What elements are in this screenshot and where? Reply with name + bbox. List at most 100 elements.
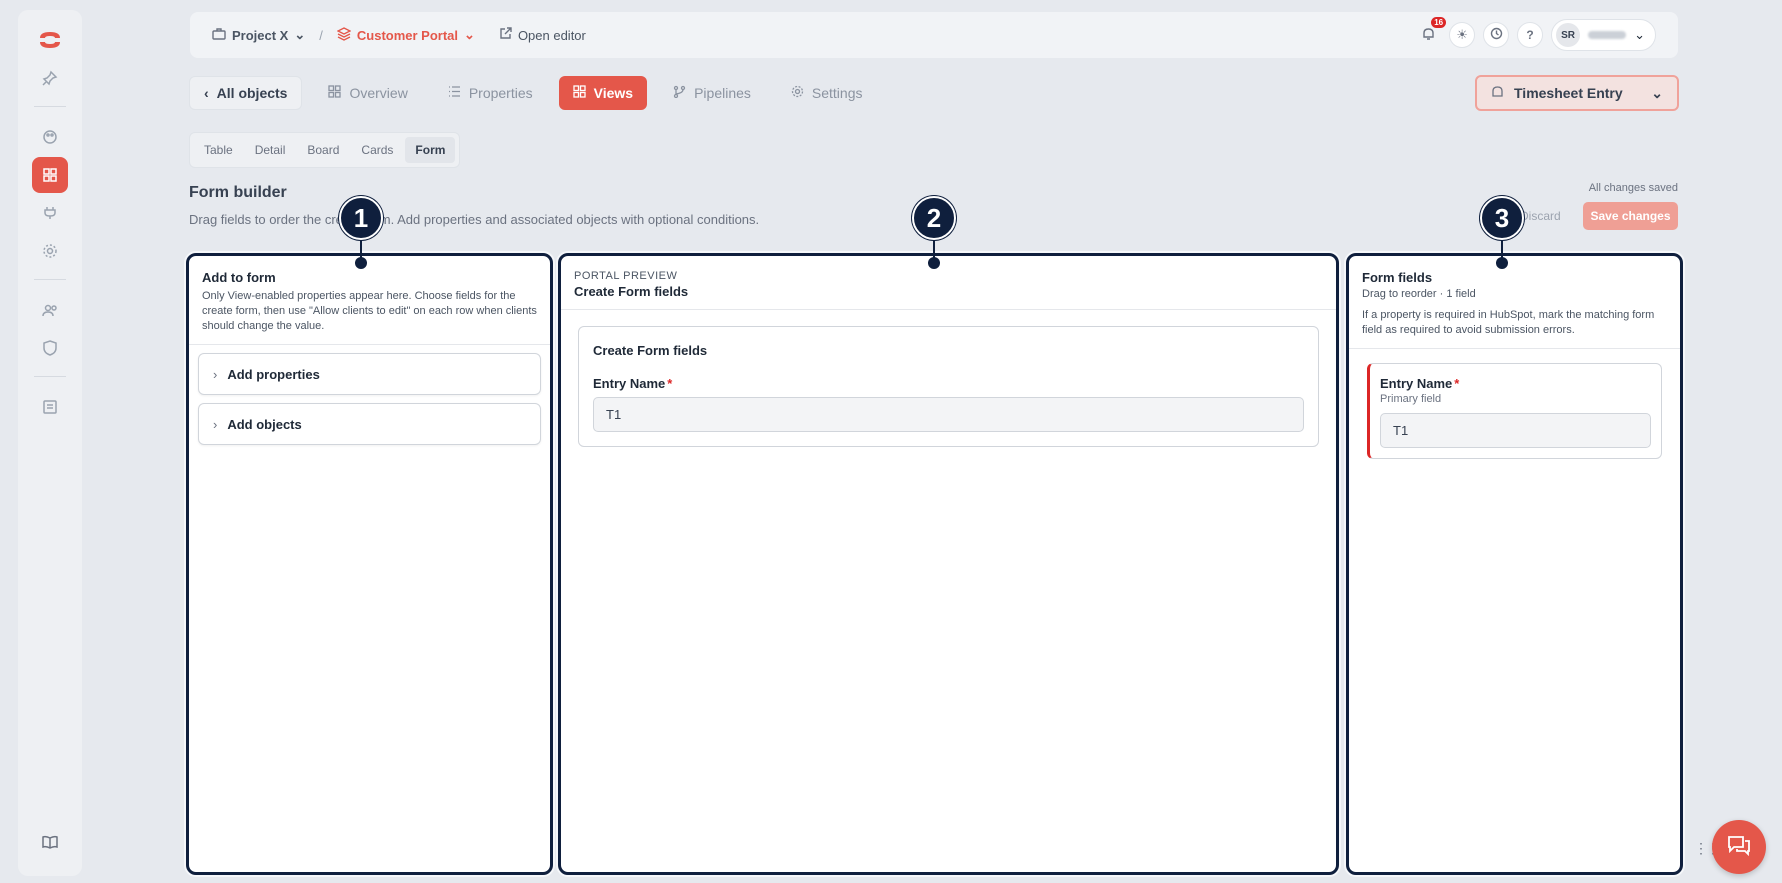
preview-form-title: Create Form fields bbox=[593, 343, 708, 358]
chat-icon bbox=[1726, 833, 1752, 862]
object-selector-label: Timesheet Entry bbox=[1514, 85, 1623, 101]
panel-header: Add to form Only View-enabled properties… bbox=[189, 256, 550, 345]
users-icon[interactable] bbox=[32, 292, 68, 328]
gear-icon[interactable] bbox=[32, 233, 68, 269]
required-marker: * bbox=[1454, 376, 1460, 391]
grid-icon bbox=[328, 85, 342, 101]
chevron-down-icon: ⌄ bbox=[464, 27, 475, 42]
list-icon bbox=[448, 85, 461, 101]
help-button[interactable]: ? bbox=[1517, 22, 1544, 48]
tab-label: Settings bbox=[811, 85, 863, 101]
callout-dot bbox=[1496, 257, 1508, 269]
tab-label: Properties bbox=[468, 85, 533, 101]
tab-label: Views bbox=[593, 85, 634, 101]
object-selector[interactable]: Timesheet Entry ⌄ bbox=[1475, 75, 1679, 111]
callout-marker-2: 2 bbox=[912, 196, 956, 240]
callout-marker-1: 1 bbox=[339, 196, 383, 240]
brand-logo-icon[interactable] bbox=[32, 22, 68, 58]
tab-overview[interactable]: Overview bbox=[314, 76, 421, 110]
all-objects-button[interactable]: ‹ All objects bbox=[189, 76, 303, 110]
portal-switcher[interactable]: Customer Portal ⌄ bbox=[336, 26, 475, 44]
pin-icon[interactable] bbox=[32, 60, 68, 96]
tab-label: Overview bbox=[349, 85, 408, 101]
avatar: SR bbox=[1556, 23, 1581, 47]
tab-pipelines[interactable]: Pipelines bbox=[659, 76, 765, 110]
add-properties-accordion[interactable]: › Add properties bbox=[198, 353, 541, 395]
rail-divider bbox=[34, 279, 66, 280]
portal-name: Customer Portal bbox=[356, 27, 459, 43]
shield-icon[interactable] bbox=[32, 330, 68, 366]
rail-divider bbox=[34, 106, 66, 107]
subtab-form[interactable]: Form bbox=[405, 137, 456, 163]
grid-icon bbox=[572, 85, 586, 101]
chevron-down-icon: ⌄ bbox=[1634, 27, 1645, 42]
receipt-icon[interactable] bbox=[32, 389, 68, 425]
subtab-cards[interactable]: Cards bbox=[351, 137, 403, 163]
page-title: Form builder bbox=[189, 184, 287, 201]
accordion-label: Add properties bbox=[227, 366, 320, 382]
panel-kicker: PORTAL PREVIEW bbox=[574, 270, 678, 282]
entry-name-input[interactable]: T1 bbox=[593, 397, 1304, 432]
add-objects-accordion[interactable]: › Add objects bbox=[198, 403, 541, 445]
bell-icon bbox=[1421, 26, 1436, 44]
open-editor-label: Open editor bbox=[517, 27, 586, 43]
chevron-left-icon: ‹ bbox=[204, 85, 209, 101]
subtab-board[interactable]: Board bbox=[297, 137, 349, 163]
subtab-detail[interactable]: Detail bbox=[245, 137, 296, 163]
accordion-label: Add objects bbox=[227, 416, 302, 432]
subtab-table[interactable]: Table bbox=[194, 137, 243, 163]
rail-divider bbox=[34, 376, 66, 377]
open-editor-link[interactable]: Open editor bbox=[499, 27, 586, 43]
object-icon bbox=[1491, 85, 1504, 101]
briefcase-icon bbox=[212, 27, 226, 44]
panel-title: Create Form fields bbox=[574, 284, 689, 299]
plug-icon[interactable] bbox=[32, 195, 68, 231]
notifications-button[interactable]: 16 bbox=[1415, 17, 1447, 48]
callout-dot bbox=[928, 257, 940, 269]
breadcrumb-separator: / bbox=[319, 27, 323, 43]
branch-icon bbox=[673, 85, 686, 101]
entry-name-label: Entry Name * bbox=[1380, 376, 1651, 391]
save-status: All changes saved bbox=[1588, 182, 1678, 194]
user-menu[interactable]: SR ⌄ bbox=[1551, 19, 1656, 51]
portal-preview-panel: PORTAL PREVIEW Create Form fields Create… bbox=[558, 253, 1339, 875]
chevron-right-icon: › bbox=[213, 416, 218, 432]
palette-icon[interactable] bbox=[32, 119, 68, 155]
add-to-form-panel: Add to form Only View-enabled properties… bbox=[186, 253, 553, 875]
help-icon: ? bbox=[1526, 28, 1534, 42]
project-switcher[interactable]: Project X ⌄ bbox=[212, 27, 305, 44]
save-button[interactable]: Save changes bbox=[1583, 202, 1678, 230]
project-name: Project X bbox=[232, 27, 289, 43]
callout-marker-3: 3 bbox=[1480, 196, 1524, 240]
callout-dot bbox=[355, 257, 367, 269]
panel-title: Form fields bbox=[1362, 270, 1433, 285]
panel-note: If a property is required in HubSpot, ma… bbox=[1362, 309, 1655, 336]
clock-icon bbox=[1490, 27, 1503, 43]
field-subtitle: Primary field bbox=[1380, 393, 1442, 405]
entry-name-label: Entry Name * bbox=[593, 376, 1304, 391]
field-label-text: Entry Name bbox=[593, 376, 666, 391]
gear-icon bbox=[791, 85, 804, 101]
user-name-redacted bbox=[1588, 31, 1627, 39]
form-field-card[interactable]: Entry Name * Primary field T1 bbox=[1367, 363, 1662, 459]
theme-toggle-button[interactable]: ☀ bbox=[1449, 22, 1476, 48]
chat-button[interactable] bbox=[1712, 820, 1766, 874]
entry-name-input[interactable]: T1 bbox=[1380, 413, 1651, 448]
book-icon[interactable] bbox=[32, 824, 68, 860]
chevron-down-icon: ⌄ bbox=[294, 27, 306, 42]
topbar: Project X ⌄ / Customer Portal ⌄ Open edi… bbox=[190, 12, 1678, 58]
panel-header: Form fields Drag to reorder · 1 field If… bbox=[1349, 256, 1680, 349]
external-link-icon bbox=[499, 27, 512, 43]
tab-label: Pipelines bbox=[694, 85, 751, 101]
chevron-down-icon: ⌄ bbox=[1651, 84, 1663, 101]
form-fields-panel: Form fields Drag to reorder · 1 field If… bbox=[1346, 253, 1683, 875]
history-button[interactable] bbox=[1483, 22, 1510, 48]
field-label-text: Entry Name bbox=[1380, 376, 1453, 391]
panel-description: Only View-enabled properties appear here… bbox=[202, 290, 537, 332]
tab-properties[interactable]: Properties bbox=[434, 76, 547, 110]
sun-icon: ☀ bbox=[1456, 27, 1468, 42]
objects-icon[interactable] bbox=[32, 157, 68, 193]
tab-views[interactable]: Views bbox=[558, 76, 648, 110]
tab-settings[interactable]: Settings bbox=[777, 76, 877, 110]
left-rail bbox=[18, 10, 82, 876]
